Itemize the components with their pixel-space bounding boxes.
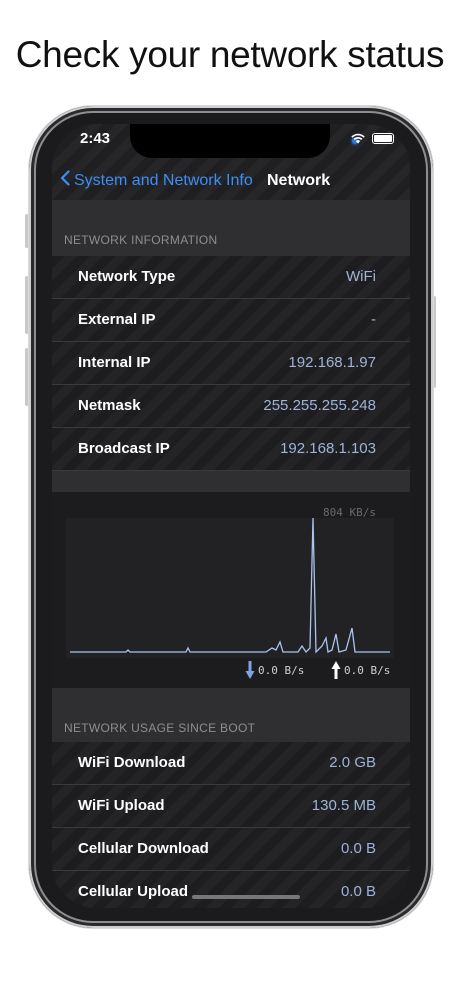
row-internal-ip: Internal IP 192.168.1.97 xyxy=(52,342,410,385)
row-label: External IP xyxy=(78,311,156,328)
row-external-ip: External IP - xyxy=(52,299,410,342)
row-network-type: Network Type WiFi xyxy=(52,256,410,299)
row-value: 0.0 B xyxy=(340,883,376,900)
row-value: WiFi xyxy=(346,268,376,285)
row-cellular-download: Cellular Download 0.0 B xyxy=(52,828,410,871)
traffic-chart-svg xyxy=(70,517,390,654)
traffic-chart: 804 KB/s 0.0 B/s 0.0 B/s xyxy=(52,492,410,688)
row-value: 2.0 GB xyxy=(329,754,376,771)
row-label: Cellular Download xyxy=(78,840,209,857)
network-info-header: NETWORK INFORMATION xyxy=(52,200,410,256)
nav-title: Network xyxy=(267,172,331,189)
wifi-icon xyxy=(351,133,365,144)
home-indicator[interactable] xyxy=(192,895,300,899)
back-button[interactable]: System and Network Info xyxy=(74,172,253,190)
upload-rate-label: 0.0 B/s xyxy=(344,664,391,677)
row-value: 255.255.255.248 xyxy=(263,397,376,414)
row-cellular-upload: Cellular Upload 0.0 B xyxy=(52,871,410,908)
row-value: 0.0 B xyxy=(340,840,376,857)
back-chevron-icon[interactable] xyxy=(60,170,70,186)
network-info-header-label: NETWORK INFORMATION xyxy=(64,233,218,247)
row-label: Cellular Upload xyxy=(78,883,189,900)
phone-screen: 2:43 System and Network Info Network NET… xyxy=(52,124,410,908)
usage-header: NETWORK USAGE SINCE BOOT xyxy=(52,688,410,744)
status-bar: 2:43 xyxy=(52,124,410,160)
row-value: 192.168.1.103 xyxy=(280,440,376,457)
usage-header-label: NETWORK USAGE SINCE BOOT xyxy=(64,721,256,735)
row-wifi-download: WiFi Download 2.0 GB xyxy=(52,742,410,785)
navigation-bar: System and Network Info Network xyxy=(52,164,410,200)
row-netmask: Netmask 255.255.255.248 xyxy=(52,385,410,428)
row-value: 130.5 MB xyxy=(311,797,376,814)
download-rate-label: 0.0 B/s xyxy=(258,664,305,677)
row-label: Internal IP xyxy=(78,354,151,371)
row-value: - xyxy=(371,311,376,328)
row-label: Broadcast IP xyxy=(78,440,170,457)
row-label: WiFi Upload xyxy=(78,797,165,814)
chart-max-label: 804 KB/s xyxy=(323,506,376,519)
row-label: Network Type xyxy=(78,268,176,285)
row-broadcast-ip: Broadcast IP 192.168.1.103 xyxy=(52,428,410,471)
status-time: 2:43 xyxy=(80,130,111,147)
page-headline: Check your network status xyxy=(15,34,445,75)
traffic-chart-plot xyxy=(66,517,394,658)
status-icons xyxy=(350,132,394,144)
section-spacer xyxy=(52,471,410,492)
notch xyxy=(130,124,358,158)
row-value: 192.168.1.97 xyxy=(288,354,376,371)
download-arrow-icon xyxy=(245,661,255,679)
row-wifi-upload: WiFi Upload 130.5 MB xyxy=(52,785,410,828)
row-label: WiFi Download xyxy=(78,754,186,771)
traffic-series-line xyxy=(70,517,390,654)
battery-icon xyxy=(372,132,394,144)
upload-arrow-icon xyxy=(331,661,341,679)
row-label: Netmask xyxy=(78,397,141,414)
